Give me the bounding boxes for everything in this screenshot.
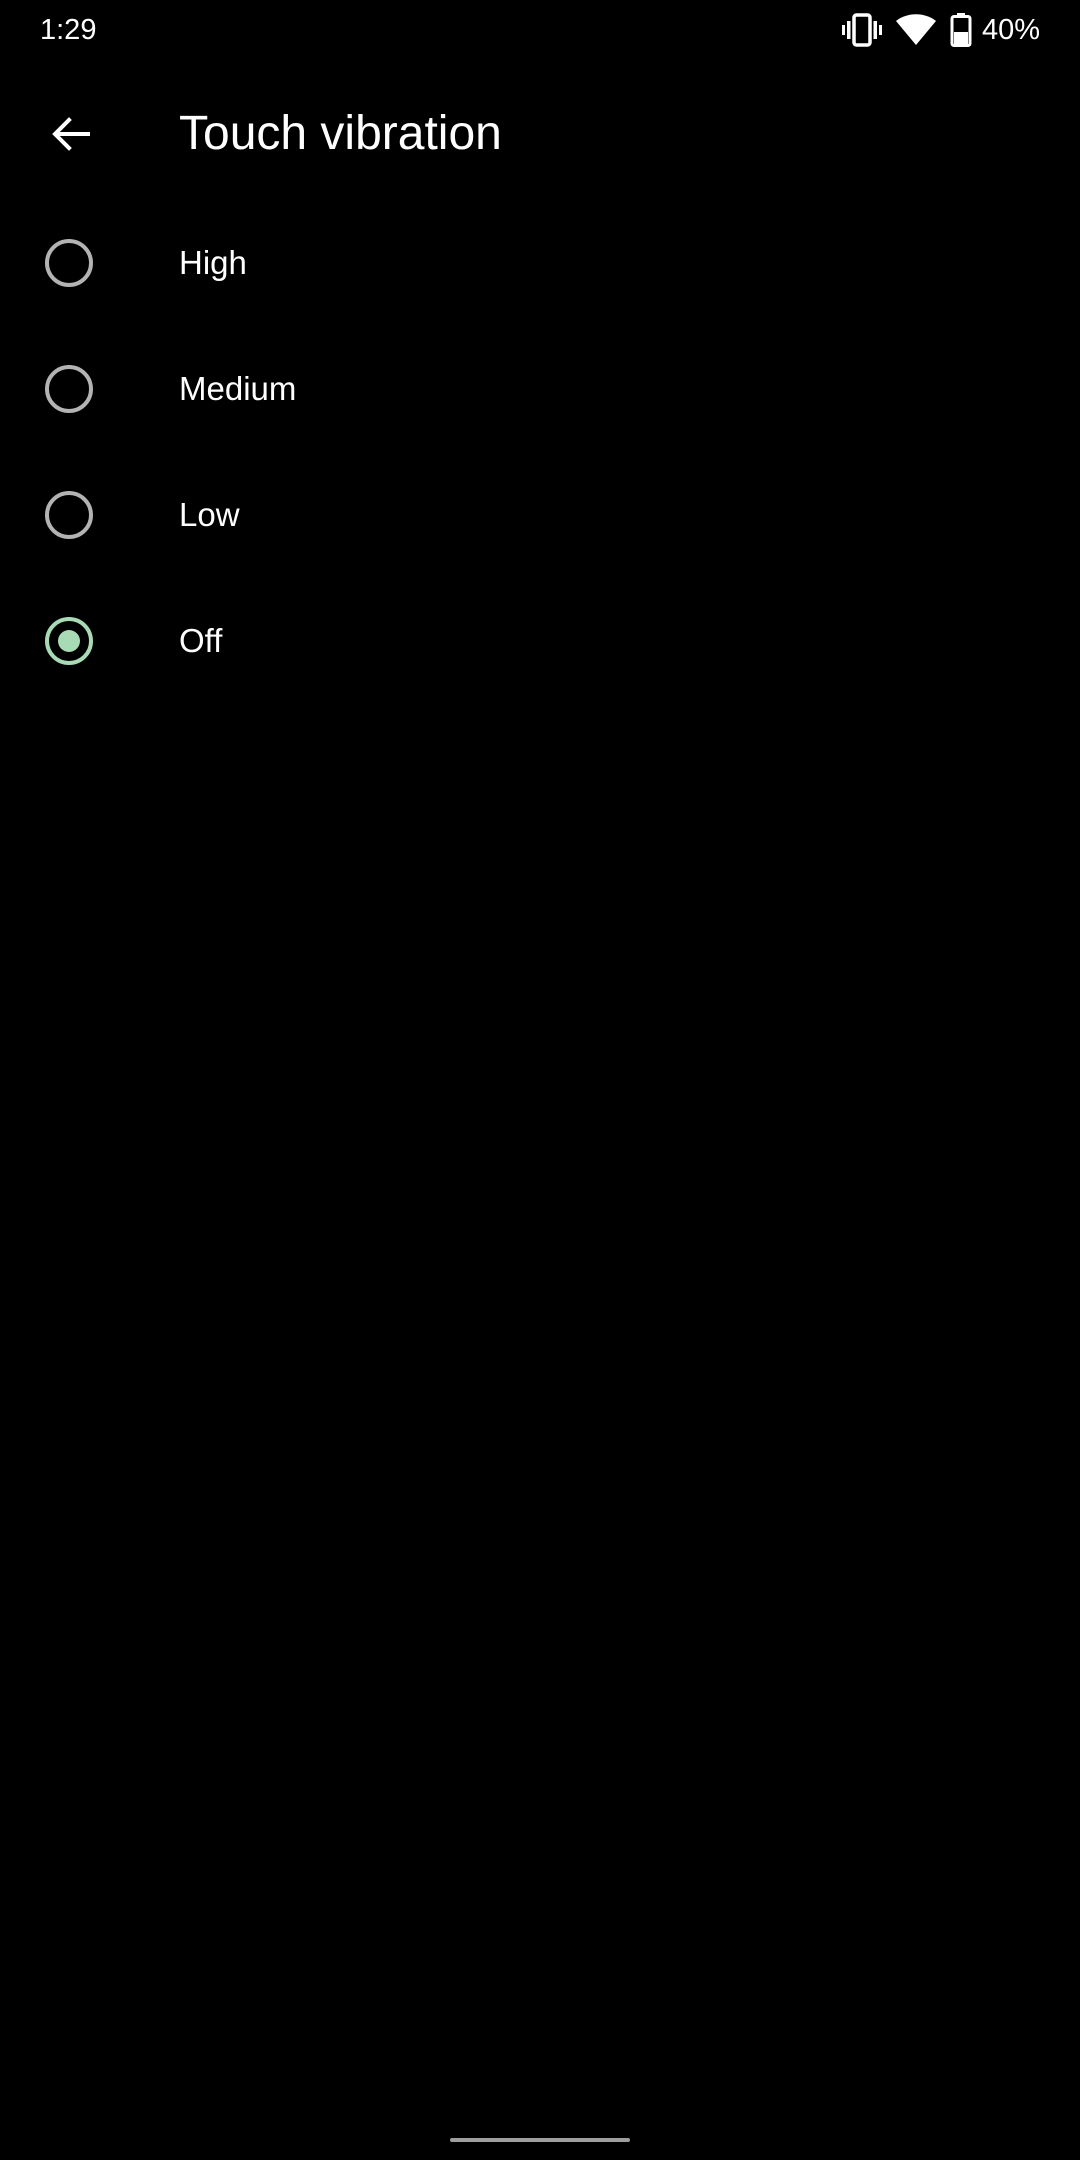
option-label: Low — [179, 496, 240, 533]
option-label: Medium — [179, 370, 297, 407]
vibration-options-list: High Medium Low Off — [0, 200, 1080, 704]
option-low[interactable]: Low — [0, 452, 1080, 578]
status-bar: 1:29 40% — [0, 0, 1080, 60]
vibrate-icon — [841, 13, 882, 47]
battery-icon — [950, 13, 972, 47]
radio-button-off[interactable] — [45, 617, 93, 665]
radio-button-low[interactable] — [45, 491, 93, 539]
arrow-back-icon — [48, 112, 92, 161]
back-button[interactable] — [26, 92, 114, 180]
app-bar: Touch vibration — [0, 60, 1080, 200]
wifi-icon — [895, 14, 936, 46]
option-label: High — [179, 244, 247, 281]
option-off[interactable]: Off — [0, 578, 1080, 704]
option-label: Off — [179, 622, 223, 659]
option-high[interactable]: High — [0, 200, 1080, 326]
page-title: Touch vibration — [179, 107, 502, 160]
status-time: 1:29 — [40, 14, 97, 46]
battery-percent: 40% — [981, 14, 1040, 46]
radio-button-high[interactable] — [45, 239, 93, 287]
status-icons: 40% — [841, 10, 1040, 50]
radio-button-medium[interactable] — [45, 365, 93, 413]
option-medium[interactable]: Medium — [0, 326, 1080, 452]
gesture-nav-handle[interactable] — [450, 2138, 630, 2142]
